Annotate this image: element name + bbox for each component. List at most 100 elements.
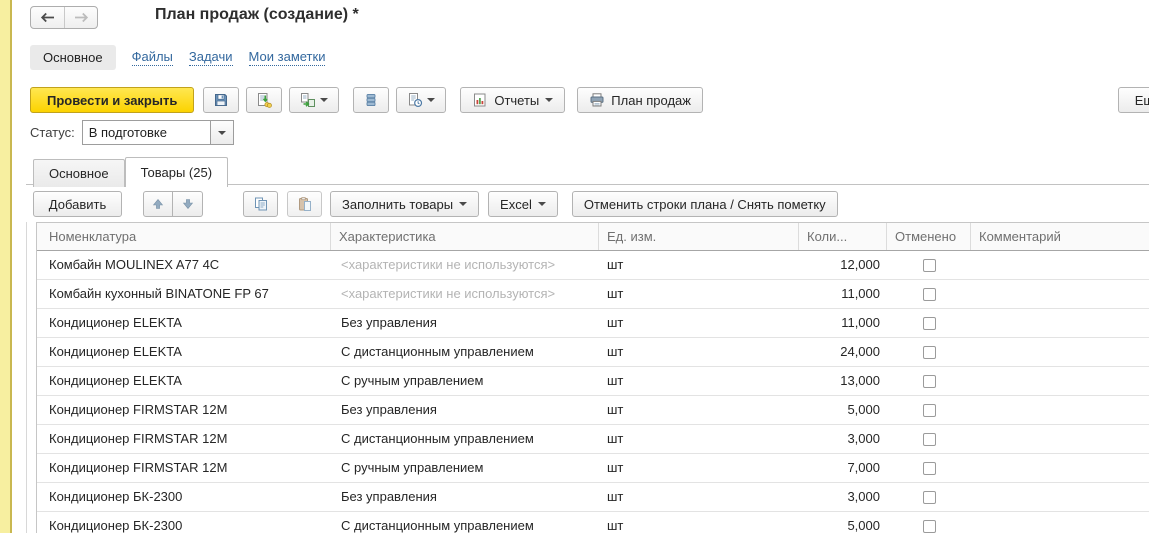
cell-quantity[interactable]: 13,000 (799, 367, 887, 395)
back-button[interactable] (31, 7, 64, 28)
cell-unit[interactable]: шт (599, 367, 799, 395)
table-row[interactable]: Комбайн MOULINEX A77 4C <характеристики … (37, 251, 1149, 280)
cell-comment[interactable] (971, 483, 1149, 511)
create-based-on-button[interactable] (289, 87, 339, 113)
print-plan-button[interactable]: План продаж (577, 87, 703, 113)
forward-button[interactable] (64, 7, 97, 28)
document-journal-button[interactable] (396, 87, 446, 113)
cell-comment[interactable] (971, 280, 1149, 308)
col-header-cancelled[interactable]: Отменено (887, 223, 971, 250)
cell-characteristic[interactable]: <характеристики не используются> (331, 251, 599, 279)
cell-comment[interactable] (971, 309, 1149, 337)
cell-unit[interactable]: шт (599, 454, 799, 482)
register-records-button[interactable] (353, 87, 389, 113)
cancel-lines-button[interactable]: Отменить строки плана / Снять пометку (572, 191, 838, 217)
tab-main[interactable]: Основное (33, 159, 125, 187)
post-document-button[interactable] (246, 87, 282, 113)
cell-nomenclature[interactable]: Кондиционер БК-2300 (37, 512, 331, 533)
cell-characteristic[interactable]: Без управления (331, 396, 599, 424)
status-input[interactable]: В подготовке (82, 120, 211, 145)
cell-comment[interactable] (971, 367, 1149, 395)
cell-unit[interactable]: шт (599, 396, 799, 424)
cell-comment[interactable] (971, 251, 1149, 279)
cell-quantity[interactable]: 11,000 (799, 280, 887, 308)
cell-nomenclature[interactable]: Кондиционер ELEKTA (37, 309, 331, 337)
cell-quantity[interactable]: 11,000 (799, 309, 887, 337)
save-button[interactable] (203, 87, 239, 113)
reports-button[interactable]: Отчеты (460, 87, 565, 113)
cell-comment[interactable] (971, 425, 1149, 453)
cell-quantity[interactable]: 5,000 (799, 512, 887, 533)
add-row-button[interactable]: Добавить (33, 191, 122, 217)
cancelled-checkbox[interactable] (923, 375, 936, 388)
nav-tab-notes[interactable]: Мои заметки (249, 49, 326, 66)
cancelled-checkbox[interactable] (923, 346, 936, 359)
table-row[interactable]: Кондиционер FIRMSTAR 12M Без управления … (37, 396, 1149, 425)
move-up-button[interactable] (143, 191, 173, 217)
cell-comment[interactable] (971, 338, 1149, 366)
table-row[interactable]: Кондиционер FIRMSTAR 12M С дистанционным… (37, 425, 1149, 454)
fill-goods-button[interactable]: Заполнить товары (330, 191, 479, 217)
cell-unit[interactable]: шт (599, 338, 799, 366)
table-row[interactable]: Кондиционер ELEKTA Без управления шт 11,… (37, 309, 1149, 338)
more-button[interactable]: Еще (1118, 87, 1149, 113)
table-row[interactable]: Кондиционер ELEKTA С ручным управлением … (37, 367, 1149, 396)
cell-characteristic[interactable]: <характеристики не используются> (331, 280, 599, 308)
move-down-button[interactable] (173, 191, 203, 217)
table-row[interactable]: Кондиционер БК-2300 Без управления шт 3,… (37, 483, 1149, 512)
col-header-characteristic[interactable]: Характеристика (331, 223, 599, 250)
cancelled-checkbox[interactable] (923, 462, 936, 475)
cancelled-checkbox[interactable] (923, 520, 936, 533)
cell-nomenclature[interactable]: Комбайн кухонный BINATONE FP 67 (37, 280, 331, 308)
table-row[interactable]: Кондиционер БК-2300 С дистанционным упра… (37, 512, 1149, 533)
table-row[interactable]: Комбайн кухонный BINATONE FP 67 <характе… (37, 280, 1149, 309)
cancelled-checkbox[interactable] (923, 404, 936, 417)
table-row[interactable]: Кондиционер FIRMSTAR 12M С ручным управл… (37, 454, 1149, 483)
cell-characteristic[interactable]: Без управления (331, 483, 599, 511)
cell-characteristic[interactable]: Без управления (331, 309, 599, 337)
cell-unit[interactable]: шт (599, 309, 799, 337)
cell-comment[interactable] (971, 512, 1149, 533)
cell-nomenclature[interactable]: Кондиционер ELEKTA (37, 338, 331, 366)
cell-unit[interactable]: шт (599, 425, 799, 453)
cell-nomenclature[interactable]: Кондиционер FIRMSTAR 12M (37, 425, 331, 453)
tab-goods[interactable]: Товары (25) (125, 157, 228, 187)
cancelled-checkbox[interactable] (923, 317, 936, 330)
cell-nomenclature[interactable]: Комбайн MOULINEX A77 4C (37, 251, 331, 279)
cell-quantity[interactable]: 24,000 (799, 338, 887, 366)
cell-nomenclature[interactable]: Кондиционер БК-2300 (37, 483, 331, 511)
cancelled-checkbox[interactable] (923, 491, 936, 504)
cancelled-checkbox[interactable] (923, 259, 936, 272)
cell-nomenclature[interactable]: Кондиционер FIRMSTAR 12M (37, 396, 331, 424)
cell-unit[interactable]: шт (599, 280, 799, 308)
nav-tab-main[interactable]: Основное (30, 45, 116, 70)
col-header-quantity[interactable]: Коли... (799, 223, 887, 250)
cell-characteristic[interactable]: С дистанционным управлением (331, 512, 599, 533)
cancelled-checkbox[interactable] (923, 288, 936, 301)
cell-characteristic[interactable]: С ручным управлением (331, 367, 599, 395)
cell-nomenclature[interactable]: Кондиционер ELEKTA (37, 367, 331, 395)
cell-comment[interactable] (971, 454, 1149, 482)
cell-characteristic[interactable]: С ручным управлением (331, 454, 599, 482)
col-header-nomenclature[interactable]: Номенклатура (37, 223, 331, 250)
nav-tab-tasks[interactable]: Задачи (189, 49, 233, 66)
post-and-close-button[interactable]: Провести и закрыть (30, 87, 194, 113)
cell-nomenclature[interactable]: Кондиционер FIRMSTAR 12M (37, 454, 331, 482)
cell-quantity[interactable]: 12,000 (799, 251, 887, 279)
status-dropdown-button[interactable] (211, 120, 234, 145)
table-row[interactable]: Кондиционер ELEKTA С дистанционным управ… (37, 338, 1149, 367)
col-header-unit[interactable]: Ед. изм. (599, 223, 799, 250)
cell-characteristic[interactable]: С дистанционным управлением (331, 338, 599, 366)
cell-unit[interactable]: шт (599, 483, 799, 511)
cell-characteristic[interactable]: С дистанционным управлением (331, 425, 599, 453)
cell-quantity[interactable]: 3,000 (799, 483, 887, 511)
cell-unit[interactable]: шт (599, 512, 799, 533)
cell-quantity[interactable]: 5,000 (799, 396, 887, 424)
paste-row-button[interactable] (287, 191, 322, 217)
nav-tab-files[interactable]: Файлы (132, 49, 173, 66)
cell-unit[interactable]: шт (599, 251, 799, 279)
excel-button[interactable]: Excel (488, 191, 558, 217)
cell-quantity[interactable]: 7,000 (799, 454, 887, 482)
cancelled-checkbox[interactable] (923, 433, 936, 446)
cell-quantity[interactable]: 3,000 (799, 425, 887, 453)
